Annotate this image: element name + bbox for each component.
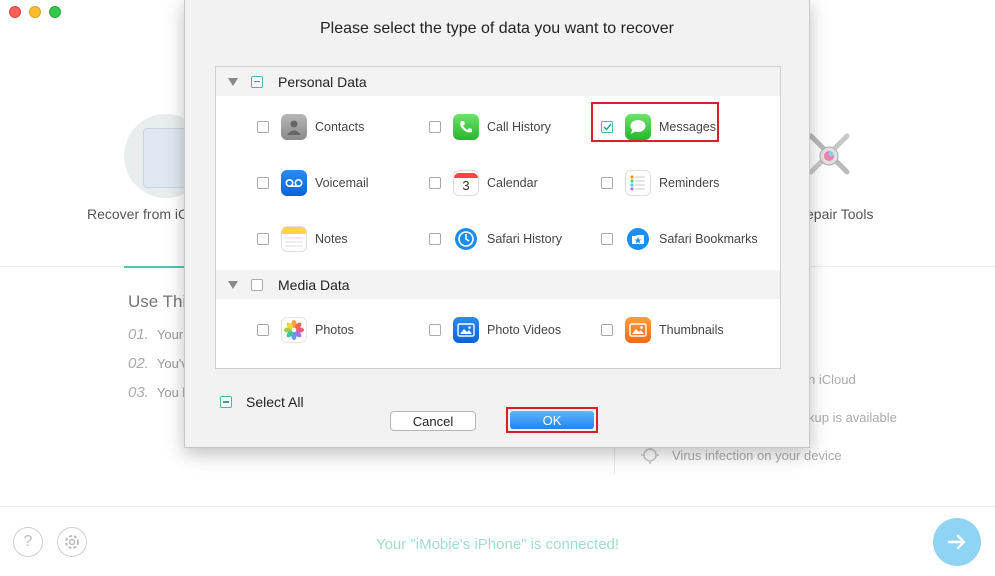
option-label: Calendar (487, 176, 538, 190)
option-thumbnails[interactable]: Thumbnails (601, 317, 724, 343)
thumbnails-checkbox[interactable] (601, 324, 613, 336)
next-button[interactable] (933, 518, 981, 566)
option-label: Photo Videos (487, 323, 562, 337)
voicemail-checkbox[interactable] (257, 177, 269, 189)
minimize-window-button[interactable] (29, 6, 41, 18)
safari-bookmarks-icon (625, 226, 651, 252)
option-contacts[interactable]: Contacts (257, 114, 364, 140)
instructions-title: Use Thi (128, 292, 187, 311)
data-type-dialog: Please select the type of data you want … (184, 0, 810, 448)
disclosure-triangle-icon[interactable] (228, 77, 238, 86)
contacts-icon (281, 114, 307, 140)
media-data-checkbox[interactable] (251, 278, 263, 291)
zoom-window-button[interactable] (49, 6, 61, 18)
option-label: Notes (315, 232, 348, 246)
option-label: Safari Bookmarks (659, 232, 758, 246)
contacts-checkbox[interactable] (257, 121, 269, 133)
phone-icon (453, 114, 479, 140)
option-photos[interactable]: Photos (257, 317, 354, 343)
photo-videos-checkbox[interactable] (429, 324, 441, 336)
option-label: Safari History (487, 232, 563, 246)
option-label: Call History (487, 120, 551, 134)
cancel-button[interactable]: Cancel (390, 411, 476, 431)
active-tab-indicator (124, 266, 186, 268)
close-window-button[interactable] (9, 6, 21, 18)
option-label: Thumbnails (659, 323, 724, 337)
disclosure-triangle-icon[interactable] (228, 280, 238, 289)
photos-icon (281, 317, 307, 343)
option-label: Voicemail (315, 176, 369, 190)
calendar-checkbox[interactable] (429, 177, 441, 189)
select-all-checkbox[interactable] (220, 396, 232, 408)
option-label: Reminders (659, 176, 720, 190)
calendar-day-number: 3 (462, 177, 470, 193)
option-notes[interactable]: Notes (257, 226, 348, 252)
notes-checkbox[interactable] (257, 233, 269, 245)
thumbnails-icon (625, 317, 651, 343)
photo-videos-icon (453, 317, 479, 343)
safari-history-icon (453, 226, 479, 252)
section-label: Personal Data (278, 73, 367, 90)
safari-history-checkbox[interactable] (429, 233, 441, 245)
phone-image-icon (143, 128, 189, 188)
ok-button[interactable]: OK (510, 411, 594, 429)
info-line: kup is available (808, 410, 897, 425)
safari-bookmarks-checkbox[interactable] (601, 233, 613, 245)
option-calendar[interactable]: 3 Calendar (429, 170, 538, 196)
instruction-step: 02. You'v (128, 355, 188, 372)
voicemail-icon (281, 170, 307, 196)
option-voicemail[interactable]: Voicemail (257, 170, 369, 196)
window-controls (9, 6, 61, 18)
repair-tools-label: epair Tools (806, 206, 874, 222)
section-label: Media Data (278, 276, 350, 293)
reminders-checkbox[interactable] (601, 177, 613, 189)
dialog-title: Please select the type of data you want … (320, 20, 674, 37)
virus-info-text: Virus infection on your device (672, 448, 842, 463)
instruction-step: 01. Your (128, 326, 184, 343)
virus-icon (641, 446, 659, 464)
arrow-right-icon (947, 534, 966, 550)
select-all-label: Select All (246, 394, 304, 410)
option-photo-videos[interactable]: Photo Videos (429, 317, 561, 343)
option-safari-history[interactable]: Safari History (429, 226, 562, 252)
option-call-history[interactable]: Call History (429, 114, 551, 140)
connection-status: Your "iMobie's iPhone" is connected! (375, 536, 620, 553)
section-header-personal-data[interactable]: Personal Data (216, 67, 780, 96)
personal-data-checkbox[interactable] (251, 75, 263, 88)
info-line: n iCloud (808, 372, 856, 387)
option-safari-bookmarks[interactable]: Safari Bookmarks (601, 226, 758, 252)
select-all-option[interactable]: Select All (220, 394, 304, 410)
photos-checkbox[interactable] (257, 324, 269, 336)
instruction-step: 03. You l (128, 384, 186, 401)
reminders-icon (625, 170, 651, 196)
option-label: Photos (315, 323, 354, 337)
calendar-icon: 3 (453, 170, 479, 196)
call-history-checkbox[interactable] (429, 121, 441, 133)
notes-icon (281, 226, 307, 252)
recover-from-icloud-label: Recover from iC (87, 206, 189, 222)
messages-highlight-frame (591, 102, 719, 142)
option-label: Contacts (315, 120, 365, 134)
repair-tools-icon[interactable] (803, 128, 855, 180)
option-reminders[interactable]: Reminders (601, 170, 719, 196)
section-header-media-data[interactable]: Media Data (216, 270, 780, 299)
